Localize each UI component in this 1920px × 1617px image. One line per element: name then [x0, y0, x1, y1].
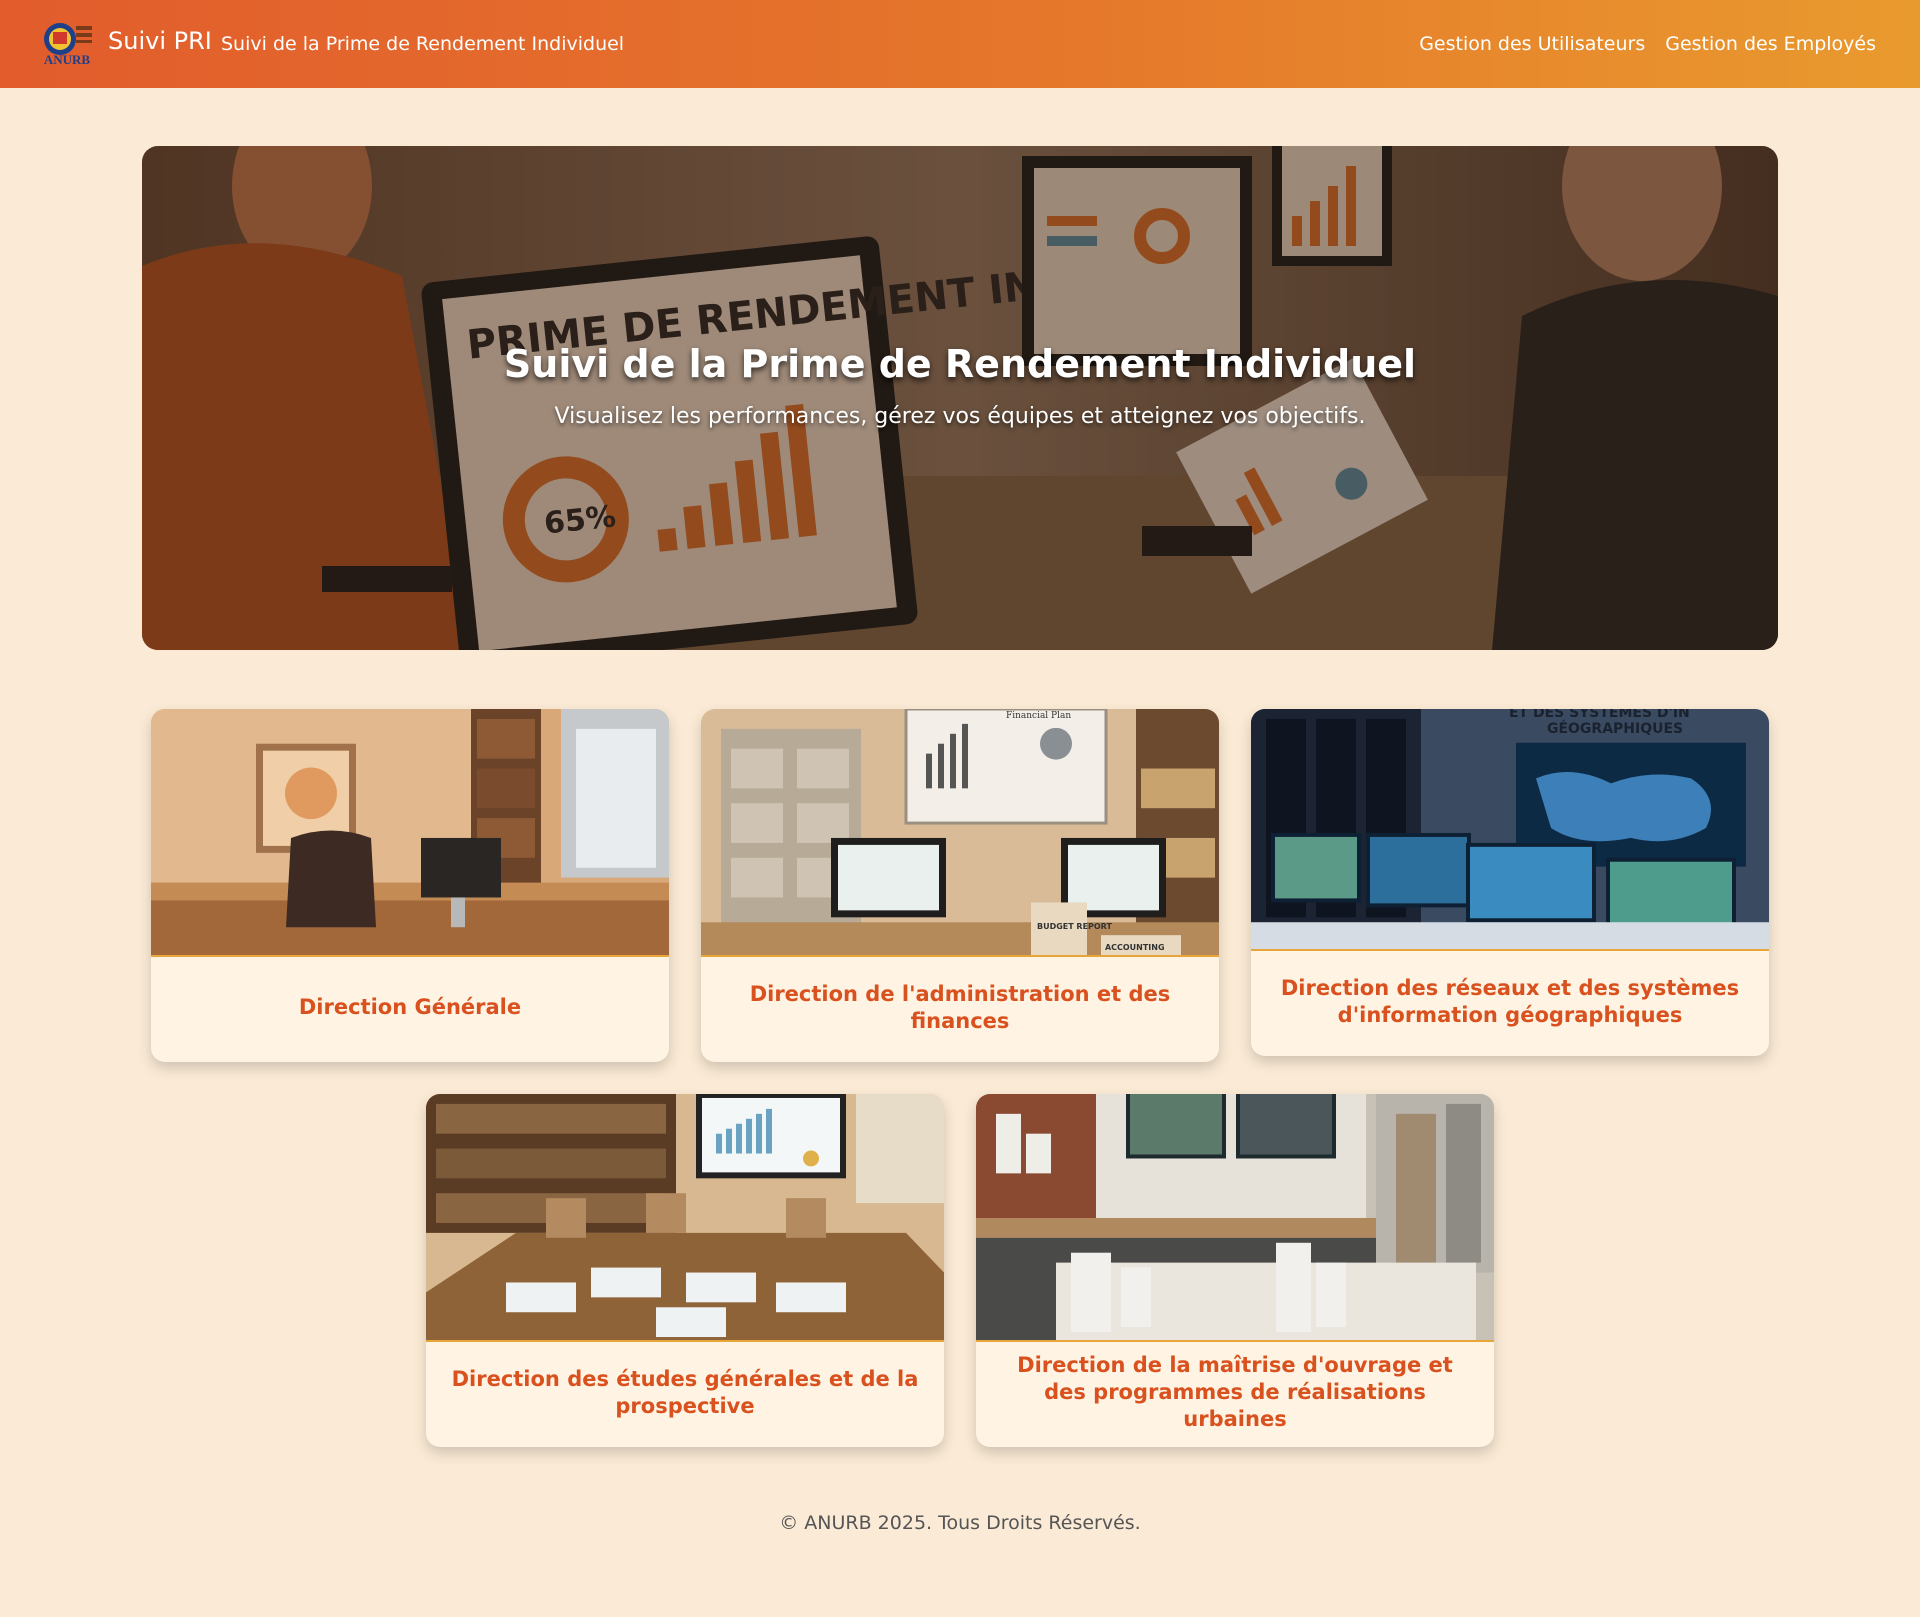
card-title: Direction Générale: [298, 995, 522, 1019]
budget-report-label: BUDGET REPORT: [1037, 922, 1112, 931]
footer-copyright: © ANURB 2025. Tous Droits Réservés.: [779, 1512, 1141, 1534]
gis-heading-line-1: ET DES SYSTÈMES D'IN: [1509, 709, 1690, 721]
direction-card-generale[interactable]: Direction Générale: [151, 709, 669, 1062]
direction-card-maitrise-ouvrage[interactable]: Direction de la maîtrise d'ouvrage et de…: [976, 1094, 1494, 1447]
navbar-tagline: Suivi de la Prime de Rendement Individue…: [221, 33, 625, 55]
card-image-urban-model: [976, 1094, 1494, 1342]
card-title: Direction des réseaux et des systèmes d'…: [1280, 975, 1740, 1027]
brand-link[interactable]: Suivi PRI: [108, 27, 212, 55]
card-title: Direction des études générales et de la …: [451, 1366, 919, 1418]
hero-title: Suivi de la Prime de Rendement Individue…: [503, 342, 1417, 386]
gis-heading-line-2: GÉOGRAPHIQUES: [1547, 720, 1683, 737]
direction-card-etudes-prospective[interactable]: Direction des études générales et de la …: [426, 1094, 944, 1447]
hero-overlay: [142, 146, 1778, 650]
nav-link-employees[interactable]: Gestion des Employés: [1665, 33, 1876, 55]
card-image-office: [151, 709, 669, 957]
hero-banner: PRIME DE RENDEMENT INDIVIDUEL 65% Suivi …: [142, 146, 1778, 650]
direction-card-administration-finances[interactable]: Financial Plan BUDGET REPORT ACCOUNTING …: [701, 709, 1219, 1062]
navbar: ANURB Suivi PRI Suivi de la Prime de Ren…: [0, 0, 1920, 88]
nav-link-users[interactable]: Gestion des Utilisateurs: [1419, 33, 1645, 55]
card-image-gis-room: ET DES SYSTÈMES D'IN GÉOGRAPHIQUES: [1251, 709, 1769, 951]
logo-text: ANURB: [44, 52, 91, 67]
hero-subtitle: Visualisez les performances, gérez vos é…: [554, 404, 1366, 429]
accounting-label: ACCOUNTING: [1105, 943, 1165, 952]
card-image-meeting-room: [426, 1094, 944, 1342]
card-image-finance-office: Financial Plan BUDGET REPORT ACCOUNTING: [701, 709, 1219, 957]
card-title: Direction de la maîtrise d'ouvrage et de…: [1017, 1353, 1453, 1431]
nav-links: Gestion des Utilisateurs Gestion des Emp…: [1419, 33, 1876, 55]
anurb-logo[interactable]: ANURB: [36, 20, 98, 68]
finance-plan-label: Financial Plan: [1006, 711, 1071, 721]
direction-card-reseaux-sig[interactable]: ET DES SYSTÈMES D'IN GÉOGRAPHIQUES Direc…: [1251, 709, 1769, 1056]
card-title: Direction de l'administration et des fin…: [749, 981, 1171, 1033]
